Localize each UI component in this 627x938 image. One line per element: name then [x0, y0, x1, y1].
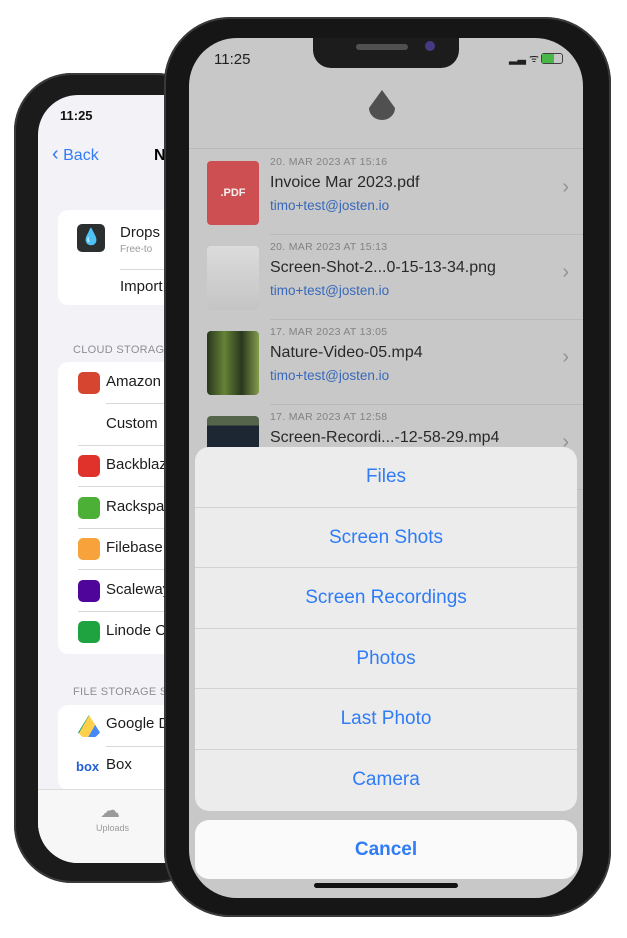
file-item-box[interactable]: Box: [106, 756, 132, 773]
import-button[interactable]: Import: [120, 278, 163, 295]
back-label: Back: [63, 147, 99, 164]
app-name: Drops: [120, 224, 161, 241]
app-subtitle: Free-to: [120, 244, 153, 255]
front-phone: 11:25 ▂▃ ᯤ .PDF 20. MAR 2023 AT 15:16 In…: [164, 17, 611, 917]
cancel-button[interactable]: Cancel: [195, 820, 577, 879]
chevron-left-icon: ‹: [52, 143, 59, 165]
linode-icon: [78, 621, 100, 643]
back-button[interactable]: ‹ Back: [52, 143, 99, 166]
front-phone-screen: 11:25 ▂▃ ᯤ .PDF 20. MAR 2023 AT 15:16 In…: [189, 38, 583, 898]
action-files[interactable]: Files: [195, 447, 577, 508]
rackspace-cloud-icon: [78, 496, 100, 519]
file-storage-header: FILE STORAGE S: [73, 686, 168, 698]
amazon-s3-icon: [78, 372, 100, 394]
dropsync-icon: 💧: [77, 224, 105, 252]
cloud-item[interactable]: Filebase: [106, 539, 163, 556]
cloud-icon: ☁: [100, 800, 120, 822]
action-sheet: Files Screen Shots Screen Recordings Photos…: [195, 447, 577, 811]
home-indicator: [314, 883, 458, 888]
cloud-item[interactable]: Amazon: [106, 373, 161, 390]
backblaze-icon: [78, 455, 100, 477]
tab-uploads[interactable]: Uploads: [96, 823, 129, 833]
action-last-photo[interactable]: Last Photo: [195, 689, 577, 750]
action-camera[interactable]: Camera: [195, 750, 577, 811]
cloud-storage-header: CLOUD STORAG: [73, 344, 165, 356]
filebase-icon: [78, 538, 100, 560]
cloud-item[interactable]: Scaleway: [106, 581, 170, 598]
cloud-item[interactable]: Linode C: [106, 622, 166, 639]
action-screen-shots[interactable]: Screen Shots: [195, 508, 577, 569]
cloud-item[interactable]: Custom: [106, 415, 158, 432]
action-screen-recordings[interactable]: Screen Recordings: [195, 568, 577, 629]
action-photos[interactable]: Photos: [195, 629, 577, 690]
google-drive-icon: [78, 715, 100, 737]
status-time: 11:25: [60, 108, 93, 123]
box-logo-icon: box: [76, 759, 100, 774]
scaleway-icon: [78, 579, 100, 602]
file-item-google-drive[interactable]: Google D: [106, 715, 169, 732]
